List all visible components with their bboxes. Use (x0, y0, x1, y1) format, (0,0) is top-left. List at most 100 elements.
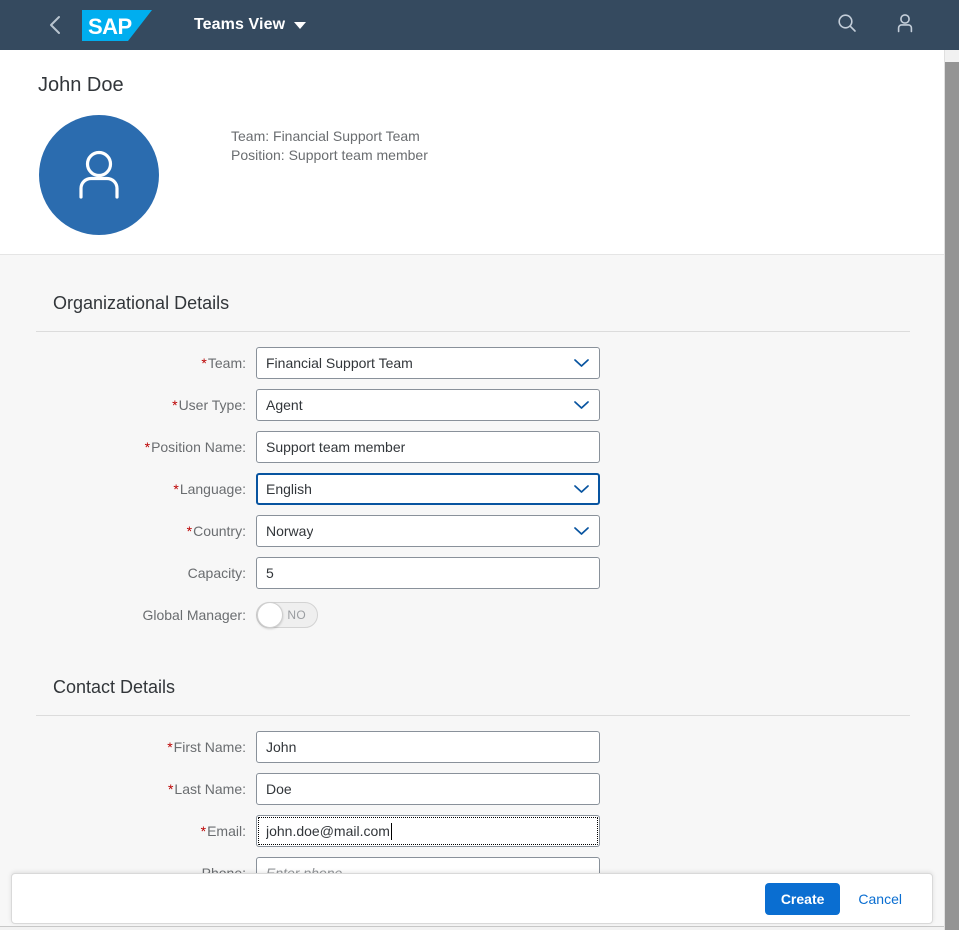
user-account-button[interactable] (889, 9, 921, 41)
team-select[interactable]: Financial Support Team (256, 347, 600, 379)
field-control-global-manager: NO (256, 602, 600, 628)
label-text: First Name: (173, 739, 246, 755)
required-marker: * (201, 355, 207, 371)
header-actions (831, 0, 921, 50)
email-value: john.doe@mail.com (266, 823, 390, 839)
required-marker: * (144, 439, 151, 455)
caret-down-icon (294, 21, 307, 29)
shell-header: SAP Teams View (0, 0, 959, 50)
user-type-select[interactable]: Agent (256, 389, 600, 421)
section-fields: *First Name: John *Last Name: Doe *Email… (0, 716, 944, 891)
toggle-knob (257, 602, 283, 628)
label-text: Email: (207, 823, 246, 839)
label-text: Team: (207, 355, 246, 371)
first-name-input[interactable]: John (256, 731, 600, 763)
footer-action-bar: Create Cancel (11, 873, 933, 924)
field-label-first-name: *First Name: (0, 739, 256, 755)
field-label-user-type: *User Type: (0, 397, 256, 413)
field-control-last-name: Doe (256, 773, 600, 805)
section-organizational-details: Organizational Details *Team: Financial … (0, 255, 944, 633)
field-control-user-type: Agent (256, 389, 600, 421)
last-name-input[interactable]: Doe (256, 773, 600, 805)
field-control-country: Norway (256, 515, 600, 547)
position-name-input[interactable]: Support team member (256, 431, 600, 463)
field-row-position-name: *Position Name: Support team member (0, 429, 944, 465)
first-name-value: John (266, 739, 297, 755)
language-select[interactable]: English (256, 473, 600, 505)
field-row-global-manager: Global Manager: NO (0, 597, 944, 633)
field-row-email: *Email: john.doe@mail.com (0, 813, 944, 849)
required-marker: * (200, 823, 207, 839)
label-text: Language: (179, 481, 246, 497)
capacity-input[interactable]: 5 (256, 557, 600, 589)
vertical-scrollbar[interactable] (944, 50, 959, 930)
cancel-button[interactable]: Cancel (844, 883, 916, 915)
field-row-language: *Language: English (0, 471, 944, 507)
section-title: Contact Details (53, 677, 176, 697)
create-button[interactable]: Create (764, 882, 841, 915)
user-type-select-value: Agent (266, 397, 303, 413)
label-text: Last Name: (174, 781, 246, 797)
last-name-value: Doe (266, 781, 292, 797)
field-row-country: *Country: Norway (0, 513, 944, 549)
field-label-email: *Email: (0, 823, 256, 839)
object-attribute-position: Position: Support team member (231, 147, 428, 163)
field-row-last-name: *Last Name: Doe (0, 771, 944, 807)
user-icon (894, 12, 916, 39)
avatar (39, 115, 159, 235)
required-marker: * (167, 739, 173, 755)
field-row-first-name: *First Name: John (0, 729, 944, 765)
required-marker: * (173, 481, 179, 497)
object-page-header: John Doe Team: Financial Support Team Po… (0, 50, 944, 255)
page-title: John Doe (38, 74, 124, 96)
field-control-language: English (256, 473, 600, 505)
label-text: Capacity: (187, 565, 246, 581)
field-label-team: *Team: (0, 355, 256, 371)
global-manager-toggle[interactable]: NO (256, 602, 318, 628)
bottom-cutoff-strip (0, 926, 944, 930)
required-marker: * (186, 523, 193, 539)
form-area: Organizational Details *Team: Financial … (0, 255, 944, 921)
field-control-email: john.doe@mail.com (256, 815, 600, 847)
field-control-position-name: Support team member (256, 431, 600, 463)
section-title: Organizational Details (53, 293, 230, 313)
country-select-value: Norway (266, 523, 314, 539)
app-title-menu[interactable]: Teams View (188, 5, 312, 45)
field-row-team: *Team: Financial Support Team (0, 345, 944, 381)
svg-text:SAP: SAP (88, 14, 132, 39)
label-text: Global Manager: (142, 607, 246, 623)
field-control-team: Financial Support Team (256, 347, 600, 379)
field-control-capacity: 5 (256, 557, 600, 589)
field-row-capacity: Capacity: 5 (0, 555, 944, 591)
country-select[interactable]: Norway (256, 515, 600, 547)
scrollbar-thumb[interactable] (945, 62, 959, 930)
search-icon (836, 12, 858, 39)
page-scroll-container: John Doe Team: Financial Support Team Po… (0, 50, 944, 930)
toggle-state-label: NO (287, 608, 306, 622)
field-label-language: *Language: (0, 481, 256, 497)
required-marker: * (167, 781, 174, 797)
team-select-value: Financial Support Team (266, 355, 413, 371)
field-label-capacity: Capacity: (0, 565, 256, 581)
section-fields: *Team: Financial Support Team *User Type… (0, 332, 944, 633)
email-input[interactable]: john.doe@mail.com (256, 815, 600, 847)
object-header-body: Team: Financial Support Team Position: S… (0, 115, 944, 235)
field-label-global-manager: Global Manager: (0, 607, 256, 623)
label-text: Country: (193, 523, 246, 539)
label-text: User Type: (178, 397, 246, 413)
search-button[interactable] (831, 9, 863, 41)
sap-logo[interactable]: SAP (82, 9, 152, 41)
field-label-position-name: *Position Name: (0, 439, 256, 455)
required-marker: * (172, 397, 178, 413)
object-attributes: Team: Financial Support Team Position: S… (231, 127, 428, 165)
app-title: Teams View (194, 16, 286, 33)
back-button[interactable] (34, 3, 78, 47)
field-label-country: *Country: (0, 523, 256, 539)
capacity-value: 5 (266, 565, 274, 581)
field-row-user-type: *User Type: Agent (0, 387, 944, 423)
section-contact-details: Contact Details *First Name: John *Last … (0, 639, 944, 891)
language-select-value: English (266, 481, 312, 497)
person-avatar-icon (68, 142, 130, 209)
field-label-last-name: *Last Name: (0, 781, 256, 797)
object-attribute-team: Team: Financial Support Team (231, 128, 420, 144)
